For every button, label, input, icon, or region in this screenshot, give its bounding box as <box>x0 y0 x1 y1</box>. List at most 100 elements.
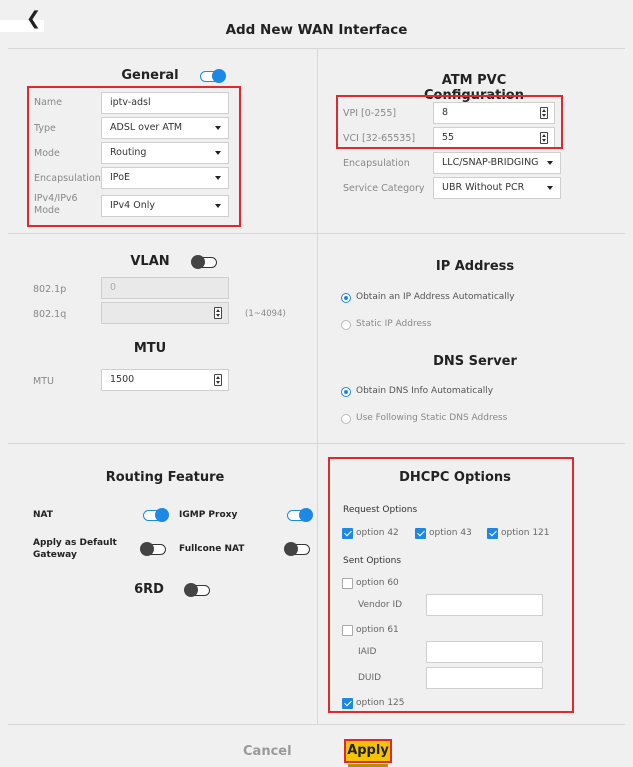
general-toggle[interactable] <box>200 69 226 83</box>
vendor-id-input[interactable] <box>426 594 543 616</box>
request-options-label: Request Options <box>343 505 418 515</box>
vlan-8021p-input[interactable]: 0 <box>101 277 229 299</box>
dns-static-radio[interactable] <box>341 414 351 424</box>
option-121-label: option 121 <box>501 528 550 538</box>
ipv-mode-label: IPv4/IPv6 Mode <box>34 193 78 217</box>
ip-auto-label: Obtain an IP Address Automatically <box>356 292 515 302</box>
atm-encapsulation-value: LLC/SNAP-BRIDGING <box>442 157 539 168</box>
ip-static-label: Static IP Address <box>356 319 432 329</box>
name-input[interactable]: iptv-adsl <box>101 92 229 114</box>
type-value: ADSL over ATM <box>110 122 183 133</box>
divider <box>8 233 625 234</box>
dns-auto-radio[interactable] <box>341 387 351 397</box>
divider <box>8 443 625 444</box>
vci-input[interactable]: 55 <box>433 127 555 149</box>
dhcpc-options-title: DHCPC Options <box>399 470 511 485</box>
dns-auto-label: Obtain DNS Info Automatically <box>356 386 494 396</box>
nat-toggle[interactable] <box>143 508 169 522</box>
service-category-select[interactable]: UBR Without PCR <box>433 177 561 199</box>
default-gateway-toggle[interactable] <box>140 542 166 556</box>
service-category-label: Service Category <box>343 183 425 194</box>
sent-options-label: Sent Options <box>343 556 402 566</box>
igmp-proxy-label: IGMP Proxy <box>179 510 238 520</box>
chevron-down-icon <box>215 151 221 155</box>
wan-interface-page: ❮ Add New WAN Interface General Name ipt… <box>0 0 633 767</box>
vlan-8021q-hint: (1~4094) <box>245 309 286 319</box>
iaid-input[interactable] <box>426 641 543 663</box>
vendor-id-label: Vendor ID <box>358 600 403 610</box>
ipv-mode-select[interactable]: IPv4 Only <box>101 195 229 217</box>
sixrd-label: 6RD <box>134 582 164 597</box>
option-125-label: option 125 <box>356 698 405 708</box>
service-category-value: UBR Without PCR <box>442 182 525 193</box>
fullcone-nat-toggle[interactable] <box>284 542 310 556</box>
ipv-mode-label-line1: IPv4/IPv6 <box>34 193 78 204</box>
option-42-label: option 42 <box>356 528 399 538</box>
dns-server-title: DNS Server <box>433 354 517 369</box>
atm-pvc-title: ATM PVC Configuration <box>424 73 524 103</box>
vlan-toggle[interactable] <box>191 255 217 269</box>
mtu-value: 1500 <box>110 374 135 385</box>
spinner-icon[interactable] <box>214 374 222 386</box>
option-61-label: option 61 <box>356 625 399 635</box>
ip-auto-radio[interactable] <box>341 293 351 303</box>
ip-address-title: IP Address <box>435 259 515 274</box>
atm-encapsulation-label: Encapsulation <box>343 158 410 169</box>
default-gateway-label-line2: Gateway <box>33 550 77 560</box>
iaid-label: IAID <box>358 647 377 657</box>
vci-value: 55 <box>442 132 455 143</box>
vlan-8021q-label: 802.1q <box>33 309 67 320</box>
default-gateway-label-line1: Apply as Default <box>33 538 117 548</box>
spinner-icon[interactable] <box>214 307 222 319</box>
encapsulation-select[interactable]: IPoE <box>101 167 229 189</box>
encapsulation-label: Encapsulation <box>34 173 101 184</box>
page-title: Add New WAN Interface <box>225 22 408 38</box>
option-121-checkbox[interactable] <box>487 528 498 539</box>
general-title: General <box>121 68 179 83</box>
option-43-label: option 43 <box>429 528 472 538</box>
option-60-checkbox[interactable] <box>342 578 353 589</box>
default-gateway-label: Apply as Default Gateway <box>33 537 117 561</box>
igmp-proxy-toggle[interactable] <box>287 508 313 522</box>
vpi-label: VPI [0-255] <box>343 108 397 119</box>
mtu-input[interactable]: 1500 <box>101 369 229 391</box>
vci-label: VCI [32-65535] <box>343 133 416 144</box>
mtu-title: MTU <box>133 341 167 356</box>
option-60-label: option 60 <box>356 578 399 588</box>
name-label: Name <box>34 97 63 108</box>
ipv-mode-label-line2: Mode <box>34 205 60 216</box>
ipv-mode-value: IPv4 Only <box>110 200 155 211</box>
type-select[interactable]: ADSL over ATM <box>101 117 229 139</box>
mode-value: Routing <box>110 147 147 158</box>
option-43-checkbox[interactable] <box>415 528 426 539</box>
spinner-icon[interactable] <box>540 132 548 144</box>
atm-encapsulation-select[interactable]: LLC/SNAP-BRIDGING <box>433 152 561 174</box>
chevron-down-icon <box>215 176 221 180</box>
spinner-icon[interactable] <box>540 107 548 119</box>
option-125-checkbox[interactable] <box>342 698 353 709</box>
duid-label: DUID <box>358 673 382 683</box>
option-42-checkbox[interactable] <box>342 528 353 539</box>
footer-divider <box>8 724 625 725</box>
chevron-down-icon <box>215 204 221 208</box>
vpi-input[interactable]: 8 <box>433 102 555 124</box>
nat-label: NAT <box>33 510 53 520</box>
mtu-label: MTU <box>33 376 54 387</box>
chevron-down-icon <box>547 186 553 190</box>
vlan-8021q-input[interactable] <box>101 302 229 324</box>
mode-label: Mode <box>34 148 60 159</box>
cancel-button[interactable]: Cancel <box>243 744 292 759</box>
encapsulation-value: IPoE <box>110 172 131 183</box>
dns-static-label: Use Following Static DNS Address <box>356 413 508 423</box>
duid-input[interactable] <box>426 667 543 689</box>
apply-button[interactable]: Apply <box>344 739 392 763</box>
chevron-down-icon <box>547 161 553 165</box>
routing-feature-title: Routing Feature <box>105 470 225 485</box>
mode-select[interactable]: Routing <box>101 142 229 164</box>
chevron-down-icon <box>215 126 221 130</box>
option-61-checkbox[interactable] <box>342 625 353 636</box>
ip-static-radio[interactable] <box>341 320 351 330</box>
divider <box>317 48 318 724</box>
fullcone-nat-label: Fullcone NAT <box>179 544 245 554</box>
sixrd-toggle[interactable] <box>184 583 210 597</box>
